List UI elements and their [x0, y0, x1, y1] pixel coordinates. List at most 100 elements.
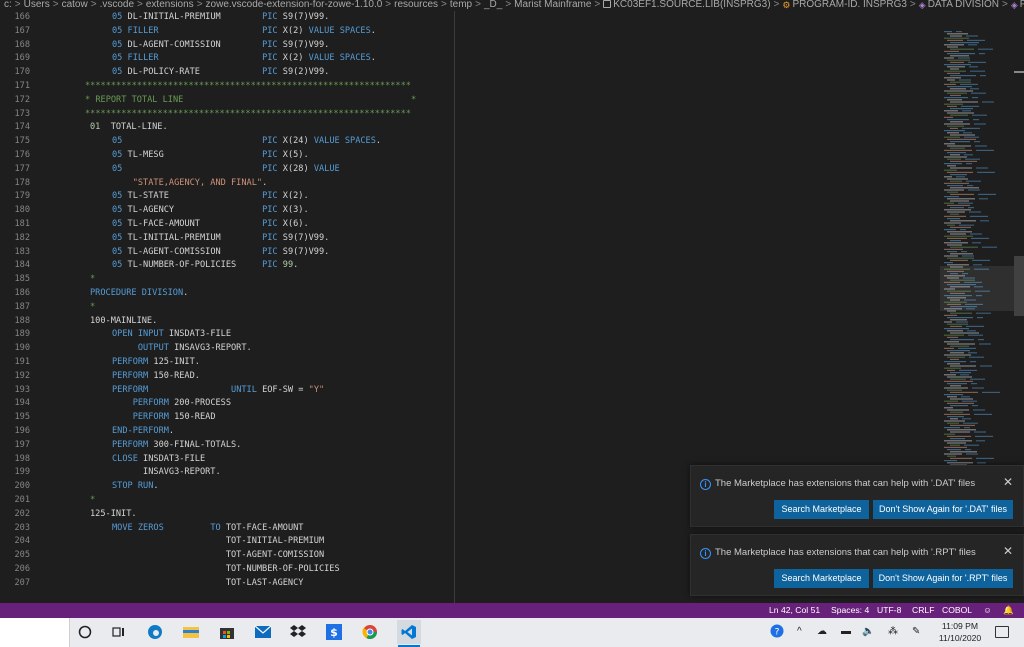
code-line[interactable]: 183 05 TL-AGENT-COMISSION PIC S9(7)V99. [0, 246, 329, 260]
dont-show-again-button[interactable]: Don't Show Again for '.DAT' files [873, 500, 1013, 519]
breadcrumb-item[interactable]: zowe.vscode-extension-for-zowe-1.10.0 [206, 0, 383, 10]
code-line[interactable]: 173 *************************************… [0, 108, 411, 122]
wifi-icon[interactable]: ⁂ [888, 626, 898, 637]
minimap-line [950, 160, 977, 162]
search-marketplace-button[interactable]: Search Marketplace [774, 569, 869, 588]
code-line[interactable]: 205 TOT-AGENT-COMISSION [0, 549, 324, 563]
dropbox-icon[interactable] [289, 623, 307, 641]
code-line[interactable]: 179 05 TL-STATE PIC X(2). [0, 190, 308, 204]
code-line[interactable]: 191 PERFORM 125-INIT. [0, 356, 200, 370]
code-text: 05 TL-STATE PIC X(2). [112, 190, 309, 204]
code-line[interactable]: 198 CLOSE INSDAT3-FILE [0, 453, 205, 467]
minimap-line [972, 242, 981, 244]
code-line[interactable]: 174 01 TOTAL-LINE. [0, 121, 167, 135]
bell-icon[interactable]: 🔔 [1003, 603, 1014, 618]
breadcrumb-item[interactable]: FILE SECTION [1020, 0, 1024, 10]
code-line[interactable]: 200 STOP RUN. [0, 480, 158, 494]
code-line[interactable]: 186 PROCEDURE DIVISION. [0, 287, 188, 301]
chrome-icon[interactable] [361, 623, 379, 641]
code-line[interactable]: 172 * REPORT TOTAL LINE * [0, 94, 416, 108]
breadcrumb-item[interactable]: Users [24, 0, 50, 10]
breadcrumb-separator-icon: > [1002, 0, 1008, 10]
code-line[interactable]: 199 INSAVG3-REPORT. [0, 466, 220, 480]
code-line[interactable]: 167 05 FILLER PIC X(2) VALUE SPACES. [0, 25, 375, 39]
language-mode[interactable]: COBOL [942, 603, 972, 618]
code-line[interactable]: 188 100-MAINLINE. [0, 315, 157, 329]
close-icon[interactable]: ✕ [1003, 544, 1013, 558]
breadcrumb-item[interactable]: extensions [146, 0, 194, 10]
edge-icon[interactable] [146, 623, 164, 641]
pen-icon[interactable]: ✎ [912, 626, 920, 637]
code-line[interactable]: 207 TOT-LAST-AGENCY [0, 577, 303, 591]
code-line[interactable]: 193 PERFORM UNTIL EOF-SW = "Y" [0, 384, 324, 398]
mail-icon[interactable] [254, 623, 272, 641]
clock[interactable]: 11:09 PM 11/10/2020 [930, 620, 990, 644]
code-line[interactable]: 192 PERFORM 150-READ. [0, 370, 200, 384]
breadcrumb-item[interactable]: .vscode [100, 0, 134, 10]
code-line[interactable]: 194 PERFORM 200-PROCESS [0, 397, 231, 411]
dont-show-again-button[interactable]: Don't Show Again for '.RPT' files [873, 569, 1013, 588]
breadcrumb-item[interactable]: c: [4, 0, 12, 10]
minimap-line [947, 191, 958, 193]
code-line[interactable]: 195 PERFORM 150-READ [0, 411, 215, 425]
close-icon[interactable]: ✕ [1003, 475, 1013, 489]
code-line[interactable]: 187 * [0, 301, 95, 315]
taskbar-search-box[interactable] [0, 618, 70, 647]
code-line[interactable]: 175 05 PIC X(24) VALUE SPACES. [0, 135, 381, 149]
breadcrumb-item[interactable]: KC03EF1.SOURCE.LIB(INSPRG3) [613, 0, 770, 10]
code-line[interactable]: 180 05 TL-AGENCY PIC X(3). [0, 204, 308, 218]
code-line[interactable]: 202 125-INIT. [0, 508, 136, 522]
file-explorer-icon[interactable] [182, 623, 200, 641]
cloud-icon[interactable]: ☁ [817, 626, 827, 637]
code-line[interactable]: 178 "STATE,AGENCY, AND FINAL". [0, 177, 267, 191]
code-line[interactable]: 197 PERFORM 300-FINAL-TOTALS. [0, 439, 241, 453]
store-icon[interactable] [218, 623, 236, 641]
code-line[interactable]: 206 TOT-NUMBER-OF-POLICIES [0, 563, 339, 577]
code-line[interactable]: 166 05 DL-INITIAL-PREMIUM PIC S9(7)V99. [0, 11, 329, 25]
scrollbar-thumb[interactable] [1014, 256, 1024, 316]
breadcrumb-item[interactable]: temp [450, 0, 472, 10]
code-line[interactable]: 185 * [0, 273, 95, 287]
notification-center-icon[interactable] [995, 626, 1009, 638]
breadcrumb-item[interactable]: _D_ [484, 0, 502, 10]
code-line[interactable]: 190 OUTPUT INSAVG3-REPORT. [0, 342, 251, 356]
stripe-icon[interactable]: $ [325, 623, 343, 641]
code-line[interactable]: 177 05 PIC X(28) VALUE [0, 163, 339, 177]
feedback-icon[interactable]: ☺ [983, 603, 992, 618]
line-number: 188 [14, 315, 30, 326]
code-line[interactable]: 171 *************************************… [0, 80, 411, 94]
vscode-icon[interactable] [397, 620, 421, 644]
search-marketplace-button[interactable]: Search Marketplace [774, 500, 869, 519]
minimap-line [947, 422, 959, 424]
end-of-line[interactable]: CRLF [912, 603, 934, 618]
code-line[interactable]: 201 * [0, 494, 95, 508]
volume-icon[interactable]: 🔈 [862, 626, 874, 637]
cursor-position[interactable]: Ln 42, Col 51 [769, 603, 820, 618]
code-line[interactable]: 169 05 FILLER PIC X(2) VALUE SPACES. [0, 52, 375, 66]
code-line[interactable]: 184 05 TL-NUMBER-OF-POLICIES PIC 99. [0, 259, 298, 273]
code-line[interactable]: 196 END-PERFORM. [0, 425, 174, 439]
battery-icon[interactable]: ▬ [841, 626, 851, 637]
help-icon[interactable]: ? [770, 624, 784, 641]
cortana-icon[interactable] [76, 623, 94, 641]
code-line[interactable]: 170 05 DL-POLICY-RATE PIC S9(2)V99. [0, 66, 329, 80]
minimap-line [970, 88, 979, 90]
minimap-line [982, 101, 994, 103]
code-line[interactable]: 203 MOVE ZEROS TO TOT-FACE-AMOUNT [0, 522, 303, 536]
code-line[interactable]: 181 05 TL-FACE-AMOUNT PIC X(6). [0, 218, 308, 232]
code-line[interactable]: 189 OPEN INPUT INSDAT3-FILE [0, 328, 231, 342]
breadcrumb-item[interactable]: PROGRAM-ID. INSPRG3 [792, 0, 906, 10]
encoding[interactable]: UTF-8 [877, 603, 901, 618]
code-line[interactable]: 168 05 DL-AGENT-COMISSION PIC S9(7)V99. [0, 39, 329, 53]
code-line[interactable]: 204 TOT-INITIAL-PREMIUM [0, 535, 324, 549]
chevron-up-icon[interactable]: ^ [797, 626, 802, 637]
code-line[interactable]: 182 05 TL-INITIAL-PREMIUM PIC S9(7)V99. [0, 232, 329, 246]
breadcrumb-item[interactable]: catow [62, 0, 88, 10]
minimap-line [967, 39, 985, 41]
breadcrumb-item[interactable]: Marist Mainframe [514, 0, 591, 10]
indentation[interactable]: Spaces: 4 [831, 603, 869, 618]
breadcrumb-item[interactable]: DATA DIVISION [928, 0, 999, 10]
task-view-icon[interactable] [110, 623, 128, 641]
breadcrumb-item[interactable]: resources [394, 0, 438, 10]
code-line[interactable]: 176 05 TL-MESG PIC X(5). [0, 149, 308, 163]
